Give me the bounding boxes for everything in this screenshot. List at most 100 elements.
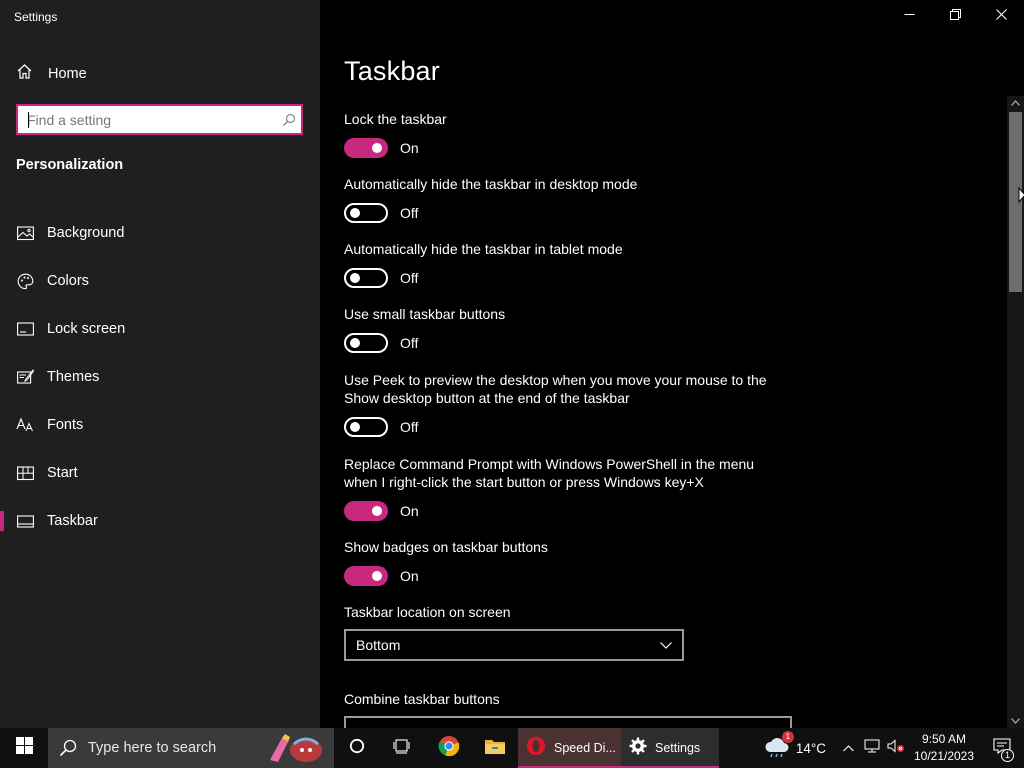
action-center-button[interactable]: 1 [980, 728, 1024, 768]
toggle-autohide-desktop[interactable]: Off [344, 203, 418, 223]
gear-icon [629, 737, 647, 760]
toggle-switch[interactable] [344, 268, 388, 288]
restore-button[interactable] [932, 0, 978, 32]
dropdown-value: Bottom [356, 637, 401, 653]
chevron-down-icon [660, 636, 672, 654]
file-explorer-taskbar-button[interactable] [472, 728, 518, 768]
toggle-knob [372, 571, 382, 581]
sidebar-item-background[interactable]: Background [0, 209, 320, 257]
toggle-state: On [400, 503, 419, 519]
chrome-icon [438, 735, 460, 762]
toggle-knob [372, 143, 382, 153]
clock-time: 9:50 AM [921, 732, 967, 746]
weather-temperature: 14°C [795, 740, 826, 756]
network-icon [864, 739, 880, 758]
toggle-small-buttons[interactable]: Off [344, 333, 418, 353]
volume-button[interactable] [884, 728, 908, 768]
sidebar-item-label: Taskbar [47, 513, 98, 529]
toggle-powershell[interactable]: On [344, 501, 419, 521]
opera-icon [526, 736, 546, 761]
restore-icon [949, 7, 961, 25]
setting-label-combine: Combine taskbar buttons [344, 691, 500, 707]
toggle-switch[interactable] [344, 333, 388, 353]
toggle-knob [350, 338, 360, 348]
main-content: Taskbar Lock the taskbar On Automaticall… [320, 0, 1024, 728]
toggle-switch[interactable] [344, 501, 388, 521]
toggle-state: On [400, 568, 419, 584]
sidebar-item-lock-screen[interactable]: Lock screen [0, 305, 320, 353]
setting-label-small-buttons: Use small taskbar buttons [344, 306, 506, 322]
mouse-pointer-icon [1018, 186, 1024, 212]
cortana-button[interactable] [334, 728, 380, 768]
toggle-knob [350, 273, 360, 283]
weather-alert-badge: 1 [781, 730, 794, 743]
toggle-badges[interactable]: On [344, 566, 419, 586]
combine-buttons-dropdown[interactable] [344, 716, 792, 728]
home-icon [16, 63, 33, 85]
palette-icon [16, 272, 34, 290]
settings-taskbar-button[interactable]: Settings [621, 728, 719, 768]
close-button[interactable] [978, 0, 1024, 32]
system-tray: 1 14°C 9:50 AM 10/21/2023 1 [764, 728, 1024, 768]
taskbar-search-box[interactable]: Type here to search [48, 728, 334, 768]
network-button[interactable] [860, 728, 884, 768]
setting-label-autohide-desktop: Automatically hide the taskbar in deskto… [344, 176, 638, 192]
setting-label-badges: Show badges on taskbar buttons [344, 539, 548, 555]
toggle-switch[interactable] [344, 138, 388, 158]
toggle-switch[interactable] [344, 203, 388, 223]
page-title: Taskbar [344, 56, 440, 86]
weather-widget[interactable]: 1 14°C [764, 730, 826, 762]
chevron-up-icon [842, 739, 854, 757]
toggle-lock-taskbar[interactable]: On [344, 138, 419, 158]
toggle-knob [350, 208, 360, 218]
toggle-peek[interactable]: Off [344, 417, 418, 437]
home-link[interactable]: Home [16, 62, 87, 86]
picture-icon [16, 224, 34, 242]
chrome-taskbar-button[interactable] [426, 728, 472, 768]
taskbar-icon [16, 512, 34, 530]
sidebar-item-themes[interactable]: Themes [0, 353, 320, 401]
minimize-icon [904, 7, 915, 25]
sidebar-item-label: Lock screen [47, 321, 126, 337]
sidebar-item-taskbar[interactable]: Taskbar [0, 497, 320, 545]
toggle-state: Off [400, 205, 419, 221]
search-input[interactable] [18, 106, 277, 133]
setting-label-lock-taskbar: Lock the taskbar [344, 111, 447, 127]
start-button[interactable] [0, 728, 48, 768]
text-caret [28, 112, 29, 128]
taskbar-location-dropdown[interactable]: Bottom [344, 629, 684, 661]
minimize-button[interactable] [886, 0, 932, 32]
speed-dial-taskbar-button[interactable]: Speed Di... [518, 728, 621, 768]
sidebar-item-colors[interactable]: Colors [0, 257, 320, 305]
volume-muted-icon [887, 738, 905, 758]
task-view-icon [393, 738, 413, 759]
speed-dial-label: Speed Di... [554, 741, 616, 755]
search-icon[interactable] [277, 113, 301, 127]
taskbar-search-text: Type here to search [88, 740, 217, 756]
toggle-state: On [400, 140, 419, 156]
clock[interactable]: 9:50 AM 10/21/2023 [908, 731, 980, 765]
sidebar-item-label: Colors [47, 273, 89, 289]
toggle-switch[interactable] [344, 566, 388, 586]
task-view-button[interactable] [380, 728, 426, 768]
clock-date: 10/21/2023 [913, 749, 975, 763]
cortana-icon [349, 738, 365, 759]
search-icon [48, 739, 88, 757]
sidebar-item-label: Background [47, 225, 125, 241]
search-box[interactable] [16, 104, 303, 135]
sidebar-item-label: Themes [47, 369, 100, 385]
show-hidden-icons-button[interactable] [836, 728, 860, 768]
sidebar-item-start[interactable]: Start [0, 449, 320, 497]
windows-logo-icon [15, 737, 33, 759]
close-icon [995, 7, 1007, 25]
toggle-knob [372, 506, 382, 516]
setting-label-location: Taskbar location on screen [344, 604, 511, 620]
scroll-down-icon[interactable] [1007, 714, 1024, 728]
sidebar-item-fonts[interactable]: Fonts [0, 401, 320, 449]
start-icon [16, 464, 34, 482]
scroll-up-icon[interactable] [1007, 96, 1024, 110]
settings-app-label: Settings [655, 741, 701, 755]
toggle-switch[interactable] [344, 417, 388, 437]
setting-label-autohide-tablet: Automatically hide the taskbar in tablet… [344, 241, 623, 257]
toggle-autohide-tablet[interactable]: Off [344, 268, 418, 288]
